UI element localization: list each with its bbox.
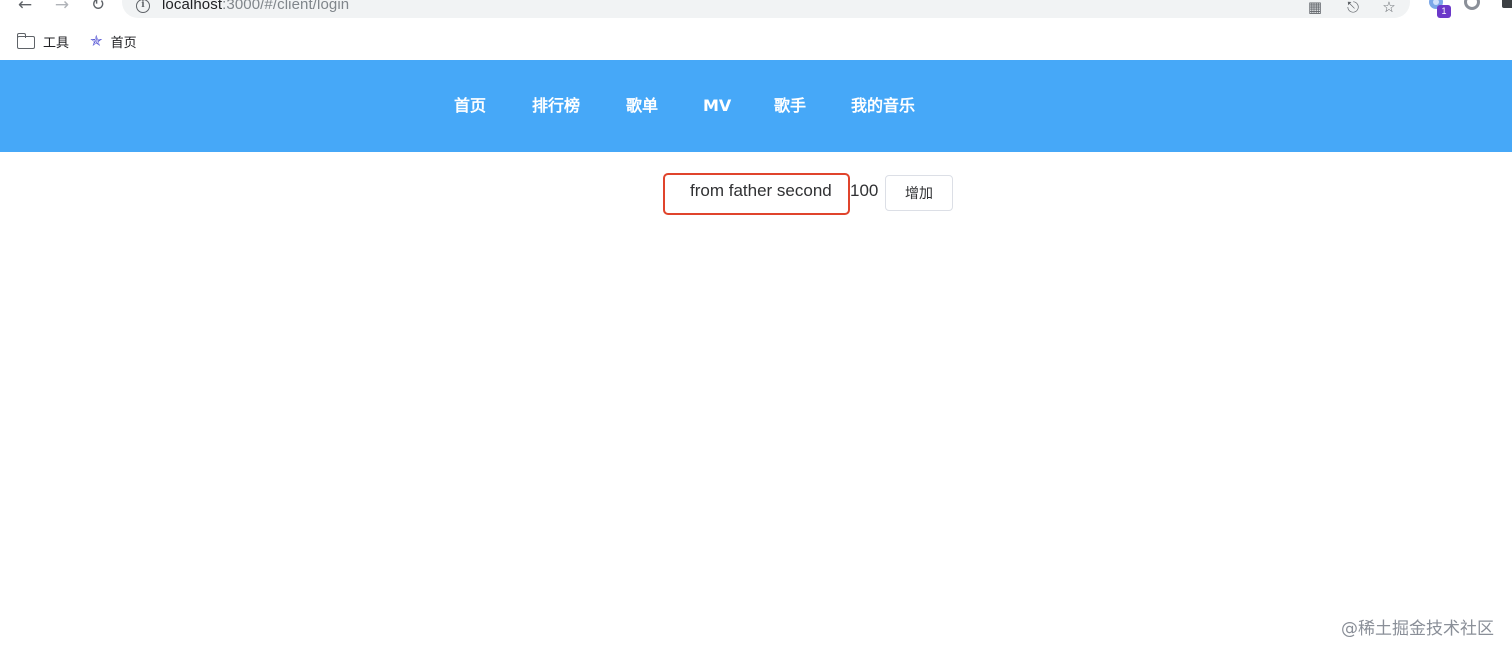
bookmark-home[interactable]: ✯ 首页 xyxy=(90,31,137,51)
puzzle-icon[interactable] xyxy=(1498,0,1512,12)
bookmark-label: 工具 xyxy=(43,35,70,51)
reload-icon[interactable]: ↻ xyxy=(87,0,109,16)
nav-item-mv[interactable]: MV xyxy=(703,94,731,118)
star-favicon-icon: ✯ xyxy=(90,31,103,50)
extension-badge: 1 xyxy=(1437,5,1451,18)
bookmark-tools[interactable]: 工具 xyxy=(16,31,70,51)
nav-item-home[interactable]: 首页 xyxy=(454,94,486,118)
bookmarks-bar: 工具 ✯ 首页 xyxy=(0,22,1512,60)
extension-ring-icon[interactable] xyxy=(1462,0,1482,12)
add-button[interactable]: 增加 xyxy=(885,175,953,211)
url-text[interactable]: localhost:3000/#/client/login xyxy=(162,0,349,13)
bookmark-label: 首页 xyxy=(110,35,137,51)
watermark: @稀土掘金技术社区 xyxy=(1341,619,1494,639)
father-message: from father second xyxy=(690,181,832,200)
app-header: 首页 排行榜 歌单 MV 歌手 我的音乐 xyxy=(0,60,1512,152)
back-arrow-icon[interactable]: ← xyxy=(14,0,36,16)
nav-item-my-music[interactable]: 我的音乐 xyxy=(851,94,915,118)
share-icon[interactable]: ⎋ xyxy=(1344,0,1362,16)
folder-icon xyxy=(16,32,35,49)
translate-icon[interactable]: ▦ xyxy=(1306,0,1324,16)
site-info-icon[interactable]: i xyxy=(136,0,150,13)
nav-item-singers[interactable]: 歌手 xyxy=(774,94,806,118)
count-value: 100 xyxy=(850,181,879,200)
bookmark-star-icon[interactable]: ☆ xyxy=(1380,0,1398,16)
nav-item-charts[interactable]: 排行榜 xyxy=(532,94,580,118)
browser-toolbar: ← → ↻ i localhost:3000/#/client/login ▦ … xyxy=(0,0,1512,22)
url-host: localhost xyxy=(162,0,223,13)
address-bar[interactable]: i localhost:3000/#/client/login ▦ ⎋ ☆ xyxy=(122,0,1410,18)
nav-item-playlists[interactable]: 歌单 xyxy=(626,94,658,118)
url-path: :3000/#/client/login xyxy=(222,0,350,13)
forward-arrow-icon[interactable]: → xyxy=(51,0,73,16)
